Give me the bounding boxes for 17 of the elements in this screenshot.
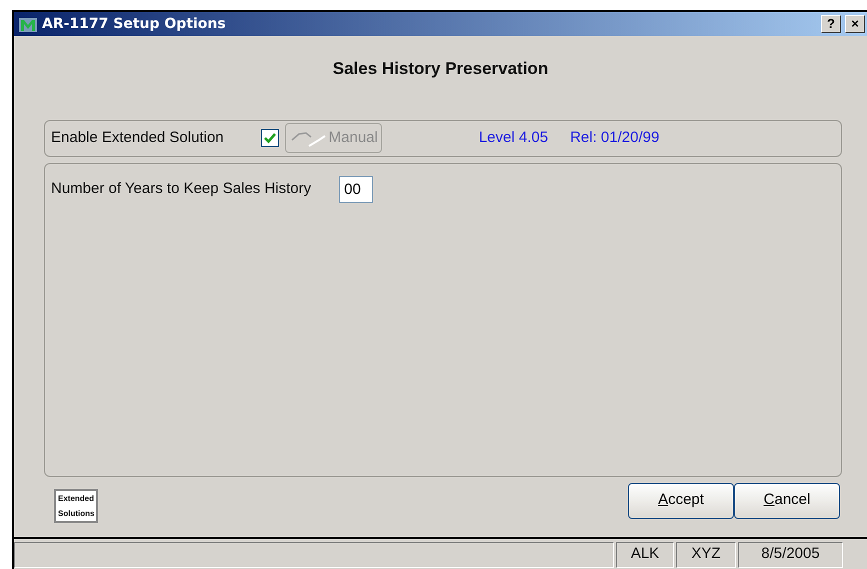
level-text: Level 4.05	[478, 128, 548, 148]
status-panel: ALK	[616, 542, 674, 568]
status-panel: XYZ	[676, 542, 736, 568]
app-icon	[18, 15, 38, 33]
close-button[interactable]: ×	[845, 15, 865, 33]
dialog-button[interactable]: Cancel	[734, 482, 840, 518]
dialog-button[interactable]: Accept	[628, 482, 734, 518]
enable-checkbox[interactable]	[260, 129, 279, 147]
help-button[interactable]: ?	[821, 15, 841, 33]
window-title: AR-1177 Setup Options	[42, 14, 226, 34]
release-text: Rel: 01/20/99	[570, 128, 660, 148]
checkbox-label: Enable Extended Solution	[51, 128, 224, 148]
dialog-heading: Sales History Preservation	[332, 58, 550, 80]
status-panel: 8/5/2005	[738, 542, 843, 568]
field-label: Number of Years to Keep Sales History	[51, 178, 312, 199]
years-field[interactable]: 00	[339, 176, 374, 202]
extended-solutions-logo: Extended Solutions	[54, 488, 98, 522]
